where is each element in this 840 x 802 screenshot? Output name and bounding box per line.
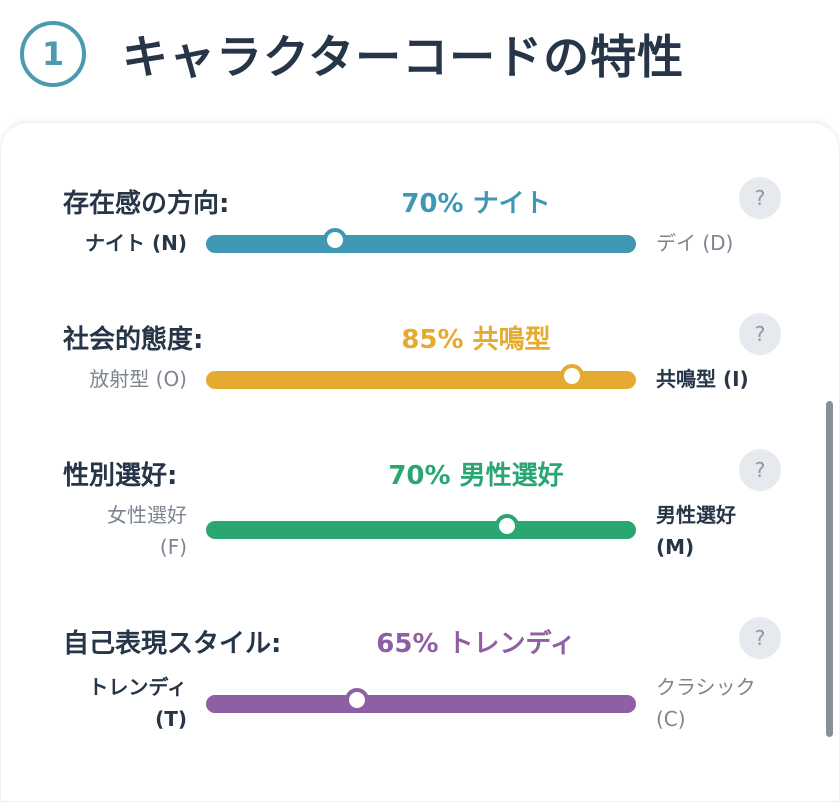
trait-value: 85% 共鳴型 [401, 325, 551, 355]
trait-label: 自己表現スタイル: [63, 629, 282, 659]
slider-thumb[interactable] [323, 228, 347, 252]
trait-label: 性別選好: [63, 461, 178, 491]
traits-card: 存在感の方向: 70% ナイト ? ナイト (N) デイ (D) 社会的態度: … [0, 122, 840, 802]
trait-slider[interactable] [206, 514, 636, 539]
section-title: キャラクターコードの特性 [122, 30, 685, 84]
trait-slider[interactable] [206, 364, 636, 389]
slider-thumb[interactable] [344, 688, 369, 712]
trait-slider[interactable] [206, 228, 636, 253]
trait-right-label: クラシック (C) [656, 675, 756, 731]
slider-thumb[interactable] [495, 514, 519, 538]
help-icon[interactable]: ? [739, 177, 781, 219]
trait-value: 65% トレンディ [376, 629, 576, 659]
help-icon[interactable]: ? [739, 449, 781, 491]
step-number-badge: 1 [20, 21, 86, 87]
scrollbar[interactable] [826, 401, 833, 737]
trait-right-label: デイ (D) [656, 231, 734, 255]
trait-left-label: 女性選好 (F) [107, 503, 187, 559]
trait-slider[interactable] [206, 688, 636, 713]
trait-value: 70% 男性選好 [388, 461, 564, 491]
trait-right-label: 共鳴型 (I) [656, 367, 749, 391]
trait-left-label: トレンディ (T) [88, 675, 187, 731]
trait-label: 社会的態度: [63, 325, 204, 355]
trait-label: 存在感の方向: [63, 189, 230, 219]
help-icon[interactable]: ? [739, 617, 781, 659]
trait-left-label: 放射型 (O) [89, 367, 187, 391]
help-icon[interactable]: ? [739, 313, 781, 355]
section-header: 1 キャラクターコードの特性 [20, 14, 684, 94]
trait-value: 70% ナイト [401, 189, 551, 219]
slider-thumb[interactable] [559, 364, 584, 388]
trait-left-label: ナイト (N) [85, 231, 187, 255]
trait-right-label: 男性選好 (M) [656, 503, 736, 559]
